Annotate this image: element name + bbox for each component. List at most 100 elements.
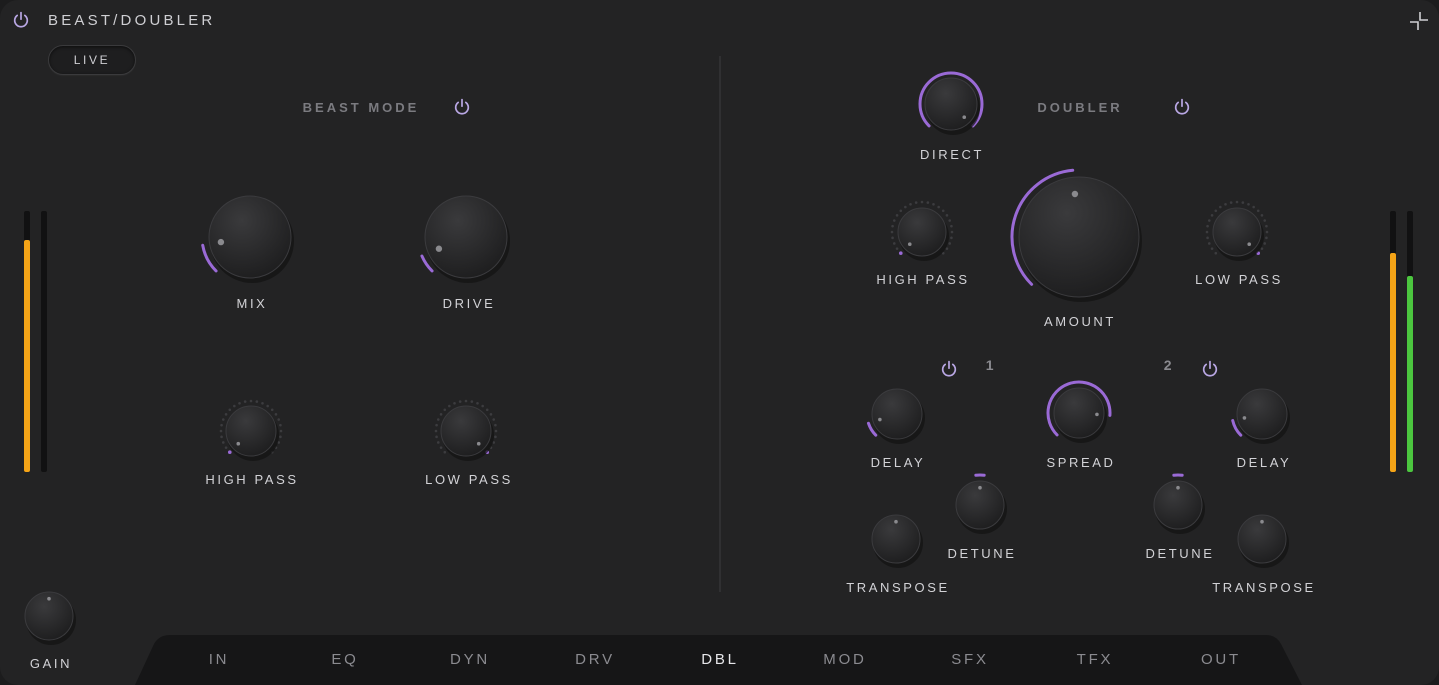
tab-mod[interactable]: MOD bbox=[800, 651, 890, 668]
tab-dyn[interactable]: DYN bbox=[425, 651, 515, 668]
voice-2-power-icon[interactable] bbox=[1200, 359, 1220, 379]
tab-eq[interactable]: EQ bbox=[300, 651, 390, 668]
output-meter-right bbox=[1407, 211, 1413, 472]
doubler-high-pass-knob-scale-dot bbox=[891, 236, 894, 240]
beast-high-pass-knob-pointer bbox=[236, 441, 241, 446]
beast-high-pass-knob-scale-dot bbox=[220, 423, 223, 427]
beast-low-pass-knob-scale-dot bbox=[436, 418, 440, 421]
doubler-high-pass-knob-scale-dot bbox=[890, 230, 894, 234]
doubler-power-icon[interactable] bbox=[1172, 97, 1192, 117]
voice-2-detune-knob-pointer bbox=[1176, 485, 1180, 490]
beast-mix-knob-body[interactable] bbox=[208, 195, 292, 279]
beast-high-pass-knob-scale-dot bbox=[224, 446, 228, 449]
beast-power-icon[interactable] bbox=[452, 97, 472, 117]
doubler-low-pass-knob-scale-dot bbox=[1207, 242, 1211, 245]
voice-2-transpose-label: TRANSPOSE bbox=[1212, 580, 1316, 595]
beast-high-pass-knob[interactable] bbox=[211, 391, 291, 471]
beast-low-pass-knob-body[interactable] bbox=[440, 405, 492, 457]
power-icon[interactable] bbox=[11, 10, 31, 30]
beast-high-pass-knob-scale-dot bbox=[228, 408, 232, 412]
beast-high-pass-knob-scale-dot bbox=[249, 399, 253, 403]
plugin-title: BEAST/DOUBLER bbox=[48, 12, 216, 29]
doubler-spread-label: SPREAD bbox=[1046, 455, 1116, 470]
beast-low-pass-knob-scale-dot bbox=[494, 423, 497, 427]
tab-tfx[interactable]: TFX bbox=[1050, 651, 1140, 668]
doubler-low-pass-knob-scale-dot bbox=[1219, 205, 1222, 209]
voice-1-detune-knob[interactable] bbox=[940, 465, 1020, 545]
beast-high-pass-knob-scale-dot bbox=[221, 418, 225, 421]
doubler-low-pass-label: LOW PASS bbox=[1195, 272, 1283, 287]
beast-high-pass-knob-scale-dot bbox=[233, 404, 236, 408]
beast-high-pass-knob-scale-dot bbox=[221, 441, 225, 444]
doubler-low-pass-knob-scale-dot bbox=[1241, 201, 1245, 204]
tab-out[interactable]: OUT bbox=[1176, 651, 1266, 668]
tab-sfx[interactable]: SFX bbox=[925, 651, 1015, 668]
doubler-direct-knob[interactable] bbox=[911, 64, 991, 144]
beast-low-pass-knob-scale-dot bbox=[439, 413, 443, 416]
beast-low-pass-knob[interactable] bbox=[426, 391, 506, 471]
doubler-low-pass-knob[interactable] bbox=[1197, 192, 1277, 272]
voice-1-delay-knob[interactable] bbox=[857, 374, 937, 454]
beast-mix-knob[interactable] bbox=[190, 177, 310, 297]
doubler-low-pass-knob-scale-dot bbox=[1265, 224, 1268, 228]
doubler-amount-knob-body[interactable] bbox=[1018, 176, 1140, 298]
plugin-window: BEAST/DOUBLER LIVE BEAST MODE MIX DRIVE … bbox=[0, 0, 1439, 685]
doubler-high-pass-knob-scale-dot bbox=[926, 201, 930, 204]
beast-low-pass-knob-scale-dot bbox=[489, 413, 493, 416]
voice-1-power-icon[interactable] bbox=[939, 359, 959, 379]
tab-drv[interactable]: DRV bbox=[550, 651, 640, 668]
doubler-spread-knob[interactable] bbox=[1039, 373, 1119, 453]
beast-high-pass-label: HIGH PASS bbox=[205, 472, 299, 487]
doubler-low-pass-knob-scale-dot bbox=[1265, 230, 1269, 234]
voice-2-detune-knob[interactable] bbox=[1138, 465, 1218, 545]
beast-drive-knob-body[interactable] bbox=[424, 195, 508, 279]
doubler-low-pass-knob-scale-dot bbox=[1235, 200, 1239, 204]
voice-1-transpose-knob-pointer bbox=[894, 519, 898, 524]
beast-high-pass-knob-scale-dot bbox=[238, 401, 241, 405]
doubler-spread-knob-pointer bbox=[1095, 412, 1099, 417]
voice-2-delay-knob-body[interactable] bbox=[1236, 388, 1288, 440]
beast-low-pass-knob-pointer bbox=[476, 441, 481, 446]
doubler-high-pass-knob-body[interactable] bbox=[897, 207, 947, 257]
doubler-low-pass-knob-scale-dot bbox=[1210, 247, 1214, 250]
doubler-high-pass-knob-scale-dot bbox=[950, 236, 953, 240]
output-meter-right-fill bbox=[1407, 276, 1413, 472]
beast-high-pass-knob-scale-dot bbox=[279, 423, 282, 427]
voice-2-delay-knob[interactable] bbox=[1222, 374, 1302, 454]
doubler-high-pass-knob-scale-dot bbox=[909, 202, 912, 206]
beast-mix-knob-pointer bbox=[217, 238, 225, 246]
doubler-amount-label: AMOUNT bbox=[1044, 314, 1116, 329]
doubler-high-pass-knob[interactable] bbox=[882, 192, 962, 272]
doubler-high-pass-knob-scale-dot bbox=[895, 214, 899, 217]
voice-2-delay-knob-pointer bbox=[1242, 416, 1247, 420]
beast-high-pass-knob-scale-dot bbox=[266, 404, 269, 408]
collapse-icon[interactable] bbox=[1406, 8, 1432, 34]
doubler-low-pass-knob-scale-dot bbox=[1263, 219, 1267, 222]
doubler-low-pass-knob-body[interactable] bbox=[1212, 207, 1262, 257]
beast-low-pass-knob-scale-dot bbox=[435, 423, 438, 427]
tab-in[interactable]: IN bbox=[174, 651, 264, 668]
beast-high-pass-knob-scale-dot bbox=[279, 429, 283, 433]
doubler-amount-knob[interactable] bbox=[999, 157, 1159, 317]
doubler-low-pass-knob-scale-dot bbox=[1256, 209, 1260, 213]
beast-low-pass-knob-scale-dot bbox=[494, 429, 498, 433]
doubler-high-pass-knob-scale-dot bbox=[920, 200, 924, 204]
voice-2-transpose-knob[interactable] bbox=[1222, 499, 1302, 579]
doubler-amount-knob-pointer bbox=[1071, 190, 1079, 198]
doubler-direct-knob-body[interactable] bbox=[924, 77, 978, 131]
doubler-high-pass-knob-scale-dot bbox=[948, 219, 952, 222]
doubler-direct-knob-pointer bbox=[962, 115, 967, 120]
live-button[interactable]: LIVE bbox=[48, 45, 136, 75]
beast-high-pass-knob-body[interactable] bbox=[225, 405, 277, 457]
tab-dbl[interactable]: DBL bbox=[675, 651, 765, 668]
beast-mode-title: BEAST MODE bbox=[302, 100, 420, 115]
doubler-low-pass-knob-pointer bbox=[1247, 242, 1252, 247]
doubler-low-pass-knob-scale-dot bbox=[1263, 242, 1267, 245]
voice-1-delay-knob-body[interactable] bbox=[871, 388, 923, 440]
doubler-high-pass-knob-scale-dot bbox=[941, 209, 945, 213]
beast-drive-knob[interactable] bbox=[406, 177, 526, 297]
beast-high-pass-knob-scale-dot bbox=[243, 400, 247, 403]
doubler-high-pass-knob-scale-dot bbox=[899, 209, 903, 213]
doubler-high-pass-knob-scale-dot bbox=[948, 242, 952, 245]
voice-1-transpose-knob[interactable] bbox=[856, 499, 936, 579]
